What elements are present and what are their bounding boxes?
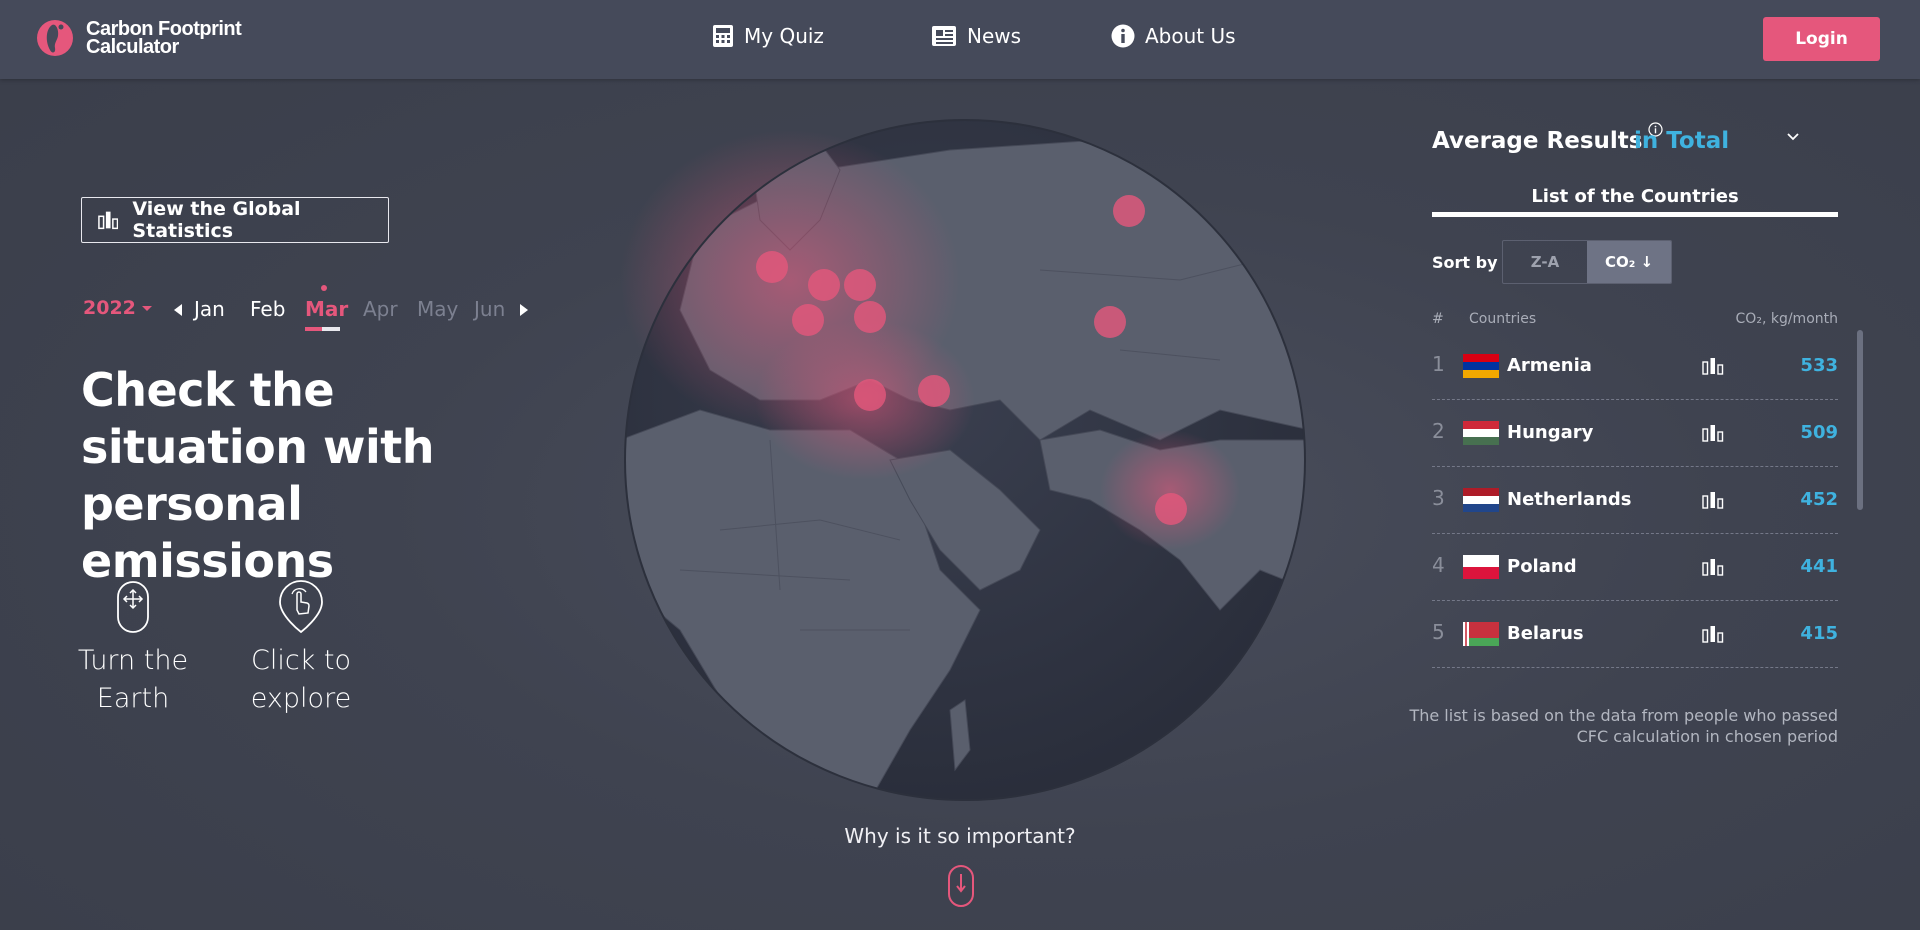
nav-my-quiz[interactable]: My Quiz [712, 24, 824, 48]
headline: Check the situation with personal emissi… [81, 363, 435, 588]
list-scrollbar[interactable] [1857, 330, 1863, 510]
view-global-statistics-button[interactable]: View the Global Statistics [81, 197, 389, 243]
country-marker [808, 269, 840, 301]
newspaper-icon [932, 26, 956, 46]
row-value: 415 [1800, 623, 1838, 644]
country-row[interactable]: 5 Belarus 415 [1432, 600, 1838, 668]
nav-news-label: News [967, 24, 1022, 48]
tab-list-of-countries[interactable]: List of the Countries [1432, 186, 1838, 207]
bar-chart-icon[interactable] [1702, 558, 1724, 576]
hint-click-line-2: explore [250, 683, 352, 714]
row-value: 509 [1800, 422, 1838, 443]
info-icon [1111, 24, 1135, 48]
row-country: Hungary [1507, 422, 1594, 443]
drag-move-icon [117, 581, 149, 633]
year-value: 2022 [83, 297, 136, 319]
row-rank: 1 [1432, 352, 1445, 376]
average-results-title: Average Results [1432, 122, 1664, 154]
bar-chart-icon[interactable] [1702, 357, 1724, 375]
calculator-icon [713, 25, 733, 47]
row-rank: 4 [1432, 553, 1445, 577]
chevron-down-icon[interactable] [1786, 132, 1800, 142]
hungary-flag-icon [1463, 421, 1499, 445]
nav-about-us-label: About Us [1145, 24, 1236, 48]
country-marker [1094, 306, 1126, 338]
why-important-link[interactable]: Why is it so important? [780, 824, 1140, 848]
col-country-header: Countries [1469, 311, 1537, 327]
month-jan[interactable]: Jan [194, 297, 225, 321]
country-row[interactable]: 3 Netherlands 452 [1432, 466, 1838, 534]
col-rank-header: # [1432, 311, 1444, 327]
nav-my-quiz-label: My Quiz [744, 24, 824, 48]
country-row[interactable]: 4 Poland 441 [1432, 533, 1838, 601]
hint-click-explore: Click to explore [226, 580, 376, 718]
scroll-down-icon[interactable] [947, 864, 975, 908]
hint-turn-line-1: Turn the [77, 645, 189, 676]
average-results-label: Average Results [1432, 128, 1643, 154]
tab-underline [1432, 212, 1838, 217]
bar-chart-icon[interactable] [1702, 625, 1724, 643]
results-mode-select[interactable]: in Total [1634, 128, 1729, 154]
row-rank: 5 [1432, 620, 1445, 644]
logo[interactable]: Carbon Footprint Calculator [36, 17, 242, 59]
logo-text: Carbon Footprint Calculator [86, 19, 242, 58]
sort-toggle: Z-A CO₂ ↓ [1502, 240, 1672, 284]
active-month-dot [321, 285, 327, 291]
country-marker [854, 379, 886, 411]
month-apr[interactable]: Apr [363, 297, 398, 321]
row-rank: 3 [1432, 486, 1445, 510]
bar-chart-icon[interactable] [1702, 424, 1724, 442]
login-button[interactable]: Login [1763, 17, 1880, 61]
month-feb[interactable]: Feb [250, 297, 285, 321]
country-marker [844, 269, 876, 301]
sort-by-label: Sort by [1432, 253, 1498, 272]
globe-map[interactable] [620, 110, 1310, 810]
top-bar: Carbon Footprint Calculator My Quiz News… [0, 0, 1920, 79]
row-value: 452 [1800, 489, 1838, 510]
row-country: Poland [1507, 556, 1577, 577]
year-select[interactable]: 2022 [83, 297, 152, 319]
footprint-logo-icon [37, 20, 73, 56]
poland-flag-icon [1463, 555, 1499, 579]
country-marker [792, 304, 824, 336]
country-marker [756, 251, 788, 283]
country-marker [854, 301, 886, 333]
nav-news[interactable]: News [931, 24, 1021, 48]
bar-chart-icon [98, 211, 119, 230]
hint-turn-earth: Turn the Earth [58, 580, 208, 718]
row-value: 533 [1800, 355, 1838, 376]
country-marker [1113, 195, 1145, 227]
netherlands-flag-icon [1463, 488, 1499, 512]
month-next-arrow-icon[interactable] [520, 304, 528, 316]
row-rank: 2 [1432, 419, 1445, 443]
month-mar[interactable]: Mar [305, 297, 348, 321]
row-country: Belarus [1507, 623, 1584, 644]
country-marker [1155, 493, 1187, 525]
caret-down-icon [141, 305, 152, 311]
row-country: Netherlands [1507, 489, 1632, 510]
col-value-header: CO₂, kg/month [1735, 311, 1838, 327]
month-prev-arrow-icon[interactable] [174, 304, 182, 316]
month-may[interactable]: May [417, 297, 458, 321]
logo-line-2: Calculator [86, 36, 179, 58]
list-footnote: The list is based on the data from peopl… [1409, 706, 1838, 746]
month-jun[interactable]: Jun [474, 297, 505, 321]
pointer-click-icon [279, 580, 323, 634]
globe[interactable] [620, 110, 1310, 810]
active-month-indicator [305, 327, 340, 331]
sort-z-a-button[interactable]: Z-A [1503, 241, 1587, 283]
belarus-flag-icon [1463, 622, 1499, 646]
armenia-flag-icon [1463, 354, 1499, 378]
row-value: 441 [1800, 556, 1838, 577]
country-marker [918, 375, 950, 407]
hint-turn-line-2: Earth [96, 683, 170, 714]
view-global-statistics-label: View the Global Statistics [132, 198, 301, 242]
hint-click-line-1: Click to [250, 645, 352, 676]
country-row[interactable]: 1 Armenia 533 [1432, 332, 1838, 400]
bar-chart-icon[interactable] [1702, 491, 1724, 509]
row-country: Armenia [1507, 355, 1592, 376]
nav-about-us[interactable]: About Us [1111, 24, 1236, 48]
country-row[interactable]: 2 Hungary 509 [1432, 399, 1838, 467]
sort-co2-button[interactable]: CO₂ ↓ [1587, 241, 1671, 283]
